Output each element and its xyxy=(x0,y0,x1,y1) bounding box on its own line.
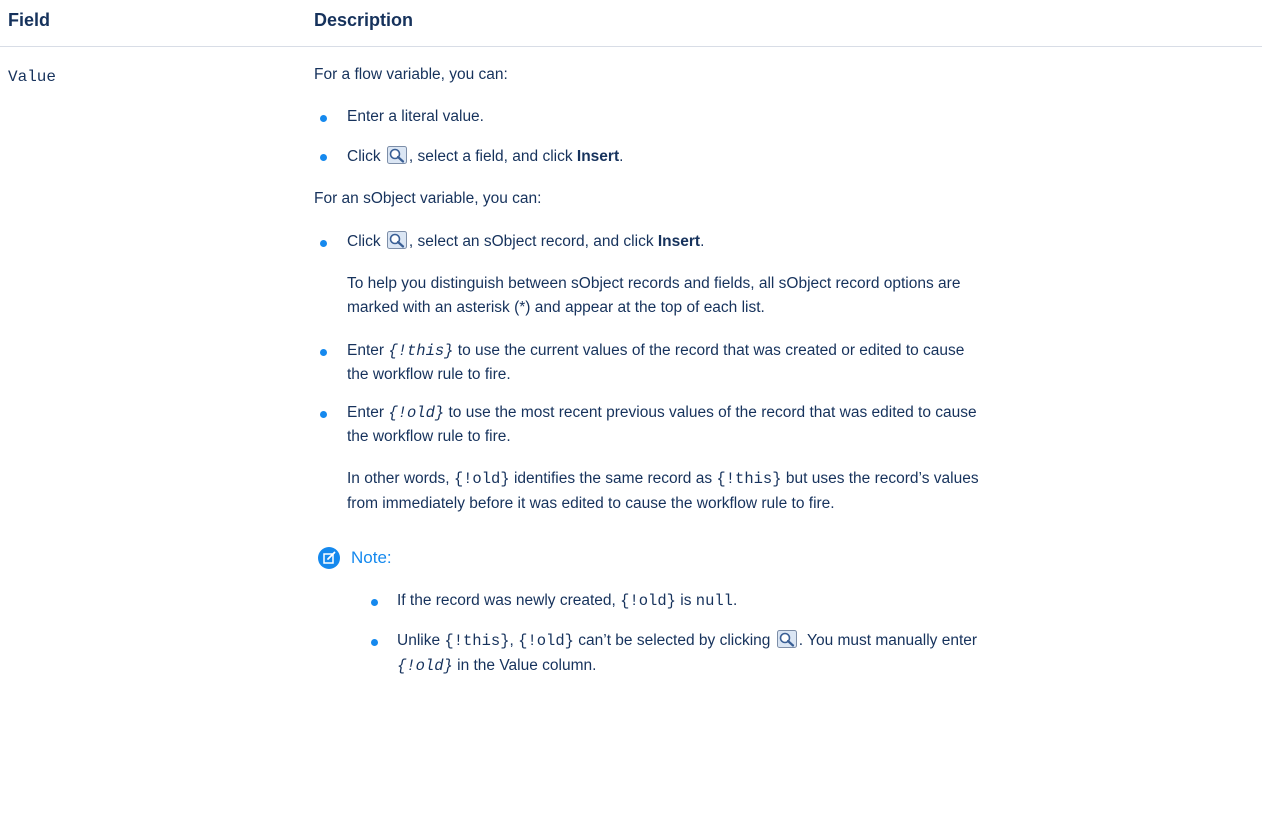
sobject-bullet-this-l2: the workflow rule to fire. xyxy=(347,366,511,383)
flow-bullet-click-insert: Click , select a field, and click Insert… xyxy=(347,146,623,168)
old-explanation-l1: In other words, {!old} identifies the sa… xyxy=(347,468,979,490)
text: , xyxy=(509,632,519,649)
insert-label: Insert xyxy=(657,233,701,250)
sobject-bullet-old-l2: the workflow rule to fire. xyxy=(347,428,511,445)
field-name: Value xyxy=(8,68,57,86)
text: . xyxy=(619,148,624,165)
lookup-magnifier-icon[interactable] xyxy=(776,630,797,648)
sobject-para-l1: To help you distinguish between sObject … xyxy=(347,275,961,292)
flow-bullet-literal: Enter a literal value. xyxy=(347,108,484,125)
note-bullet-new-record: If the record was newly created, {!old} … xyxy=(397,590,737,612)
bullet xyxy=(320,411,327,418)
text: If the record was newly created, xyxy=(397,592,621,609)
note-label: Note: xyxy=(351,548,392,567)
flow-intro: For a flow variable, you can: xyxy=(314,66,508,83)
code-this: {!this} xyxy=(444,632,510,650)
note-edit-icon xyxy=(318,547,340,569)
code-this: {!this} xyxy=(716,470,782,488)
text: can’t be selected by clicking xyxy=(573,632,771,649)
lookup-magnifier-icon[interactable] xyxy=(386,231,407,249)
table-header: Field Description xyxy=(0,0,1262,47)
sobject-bullet-old: Enter {!old} to use the most recent prev… xyxy=(347,402,977,424)
sobject-intro: For an sObject variable, you can: xyxy=(314,190,542,207)
code-old: {!old} xyxy=(453,470,510,488)
bullet xyxy=(371,599,378,606)
sobject-bullet-this: Enter {!this} to use the current values … xyxy=(347,340,964,362)
text: . You must manually enter xyxy=(798,632,978,649)
code-old: {!old} xyxy=(388,404,445,422)
text: In other words, xyxy=(347,470,454,487)
text: , select a field, and click xyxy=(408,148,577,165)
text: . xyxy=(700,233,705,250)
text: Click xyxy=(347,148,381,165)
bullet xyxy=(371,639,378,646)
bullet xyxy=(320,240,327,247)
bullet xyxy=(320,154,327,161)
code-null: null xyxy=(695,592,733,610)
text: identifies the same record as xyxy=(509,470,717,487)
text: in the Value column. xyxy=(452,657,597,674)
text: Click xyxy=(347,233,381,250)
text: , select an sObject record, and click xyxy=(408,233,658,250)
text: is xyxy=(675,592,696,609)
text: . xyxy=(732,592,738,609)
old-explanation-l2: from immediately before it was edited to… xyxy=(347,495,835,512)
note-bullet-unlike-l2: {!old} in the Value column. xyxy=(397,655,596,677)
column-header-description: Description xyxy=(314,10,414,30)
text: but uses the record’s values xyxy=(781,470,979,487)
column-header-field: Field xyxy=(8,10,51,30)
note-bullet-unlike: Unlike {!this}, {!old} can’t be selected… xyxy=(397,630,977,652)
insert-label: Insert xyxy=(576,148,620,165)
bullet xyxy=(320,115,327,122)
bullet xyxy=(320,349,327,356)
text: Enter xyxy=(347,404,389,421)
code-old: {!old} xyxy=(620,592,676,610)
code-old: {!old} xyxy=(397,657,453,675)
text: Enter xyxy=(347,342,389,359)
sobject-bullet-click-insert: Click , select an sObject record, and cl… xyxy=(347,231,704,253)
lookup-magnifier-icon[interactable] xyxy=(386,146,407,164)
code-old: {!old} xyxy=(518,632,574,650)
code-this: {!this} xyxy=(388,342,454,360)
sobject-para-l2: marked with an asterisk (*) and appear a… xyxy=(347,299,765,316)
text: to use the current values of the record … xyxy=(453,342,965,359)
text: to use the most recent previous values o… xyxy=(444,404,977,421)
text: Unlike xyxy=(397,632,445,649)
